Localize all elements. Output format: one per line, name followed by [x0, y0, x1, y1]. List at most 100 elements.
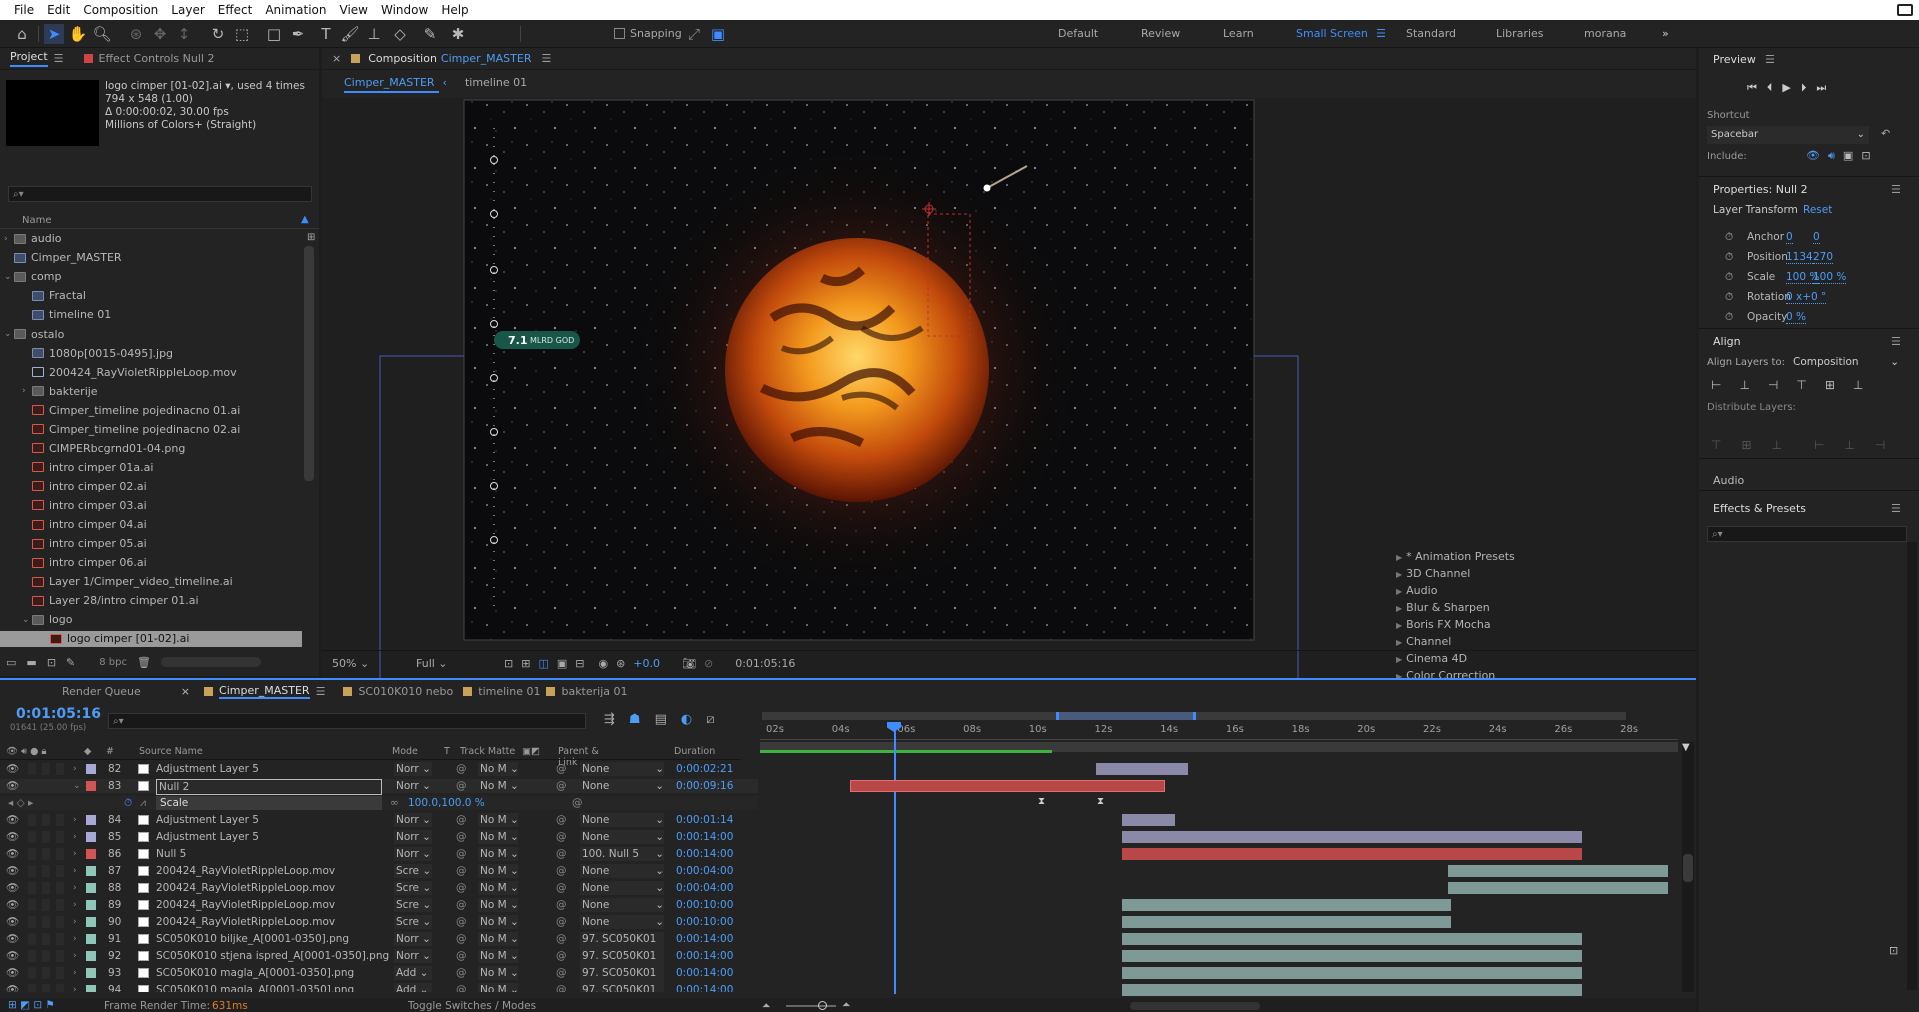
audio-toggle[interactable]	[28, 831, 36, 843]
layer-row[interactable]: 👁︎ › 94 SC050K010 magla_A[0001-0350].png Add…	[0, 983, 758, 992]
parent-select[interactable]: None ⌄	[580, 762, 664, 776]
timeline-tab[interactable]: SC010K010 nebo	[343, 680, 453, 702]
layer-duration[interactable]: 0:00:14:00	[676, 949, 733, 963]
parent-select[interactable]: None ⌄	[580, 898, 664, 912]
preserve-transparency-icon[interactable]: @	[456, 779, 467, 793]
project-folder-item[interactable]: ⌄ ostalo	[0, 326, 302, 342]
layer-name[interactable]: Adjustment Layer 5	[156, 813, 259, 827]
color-channels-icon[interactable]: ◉	[598, 657, 608, 670]
label-color-swatch[interactable]	[86, 934, 96, 944]
rectangle-tool-icon[interactable]: □	[264, 24, 284, 44]
layer-duration[interactable]: 0:00:02:21	[676, 762, 733, 776]
property-value-1[interactable]: 0 %	[1786, 311, 1806, 324]
new-bin-icon[interactable]: ⊡	[1889, 944, 1898, 957]
keyframe-icon[interactable]: ⧗	[1038, 796, 1048, 808]
project-item[interactable]: 1080p[0015-0495].jpg	[0, 345, 302, 361]
layer-controls-include-icon[interactable]: ⊡	[1861, 149, 1870, 163]
expand-arrow-icon[interactable]: ⌄	[4, 329, 14, 339]
effects-category[interactable]: ▶ Blur & Sharpen	[1396, 601, 1490, 614]
effects-search-input[interactable]: ⌕▾	[1707, 526, 1907, 542]
timeline-menu-icon[interactable]: ☰	[316, 685, 326, 698]
video-toggle-icon[interactable]: 👁︎	[6, 864, 19, 878]
video-toggle-icon[interactable]: 👁︎	[6, 847, 19, 861]
track-matte-select[interactable]: No M ⌄	[478, 813, 519, 827]
preserve-transparency-icon[interactable]: @	[456, 898, 467, 912]
effects-scrollbar[interactable]	[1907, 542, 1917, 990]
new-comp-icon[interactable]: ⊡	[47, 656, 56, 669]
layer-duration-bar[interactable]	[1122, 814, 1175, 826]
parent-select[interactable]: 100. Null 5 ⌄	[580, 847, 664, 861]
track-matte-select[interactable]: No M ⌄	[478, 983, 519, 992]
layer-name[interactable]: SC050K010 magla_A[0001-0350].png	[156, 966, 354, 980]
layer-duration-bar[interactable]	[1122, 967, 1583, 979]
audio-include-icon[interactable]: 🔊︎	[1828, 149, 1835, 163]
layer-duration[interactable]: 0:00:10:00	[676, 898, 733, 912]
project-item[interactable]: CIMPERbcgrnd01-04.png	[0, 441, 302, 457]
solo-toggle[interactable]	[42, 763, 50, 775]
stopwatch-icon[interactable]: ⏱	[1725, 251, 1733, 264]
viewer-timecode[interactable]: 0:01:05:16	[735, 657, 795, 670]
track-matte-select[interactable]: No M ⌄	[478, 864, 519, 878]
name-column-header[interactable]: Name	[22, 215, 52, 226]
shortcut-select[interactable]: Spacebar ⌄	[1707, 126, 1869, 144]
track-matte-select[interactable]: No M ⌄	[478, 898, 519, 912]
layer-row[interactable]: 👁︎ › 91 SC050K010 biljke_A[0001-0350].png No…	[0, 932, 758, 960]
workspace-review[interactable]: Review	[1141, 27, 1180, 40]
solo-toggle[interactable]	[42, 780, 50, 792]
rotation-tool-icon[interactable]: ↻	[208, 24, 228, 44]
blend-mode-select[interactable]: Scre ⌄	[394, 864, 432, 878]
comp-button-icon[interactable]: ▼	[1682, 742, 1690, 753]
breadcrumb-cimper-master[interactable]: Cimper_MASTER	[344, 76, 439, 93]
expand-arrow-icon[interactable]: ›	[73, 881, 77, 895]
video-toggle-icon[interactable]: 👁︎	[6, 949, 19, 963]
workspace-libraries[interactable]: Libraries	[1496, 27, 1544, 40]
project-item[interactable]: intro cimper 01a.ai	[0, 460, 302, 476]
zoom-out-icon[interactable]: ⏶	[762, 1000, 770, 1012]
layer-row[interactable]: 👁︎ › 92 SC050K010 stjena ispred_A[0001-0350…	[0, 949, 758, 977]
solo-toggle[interactable]	[42, 950, 50, 962]
video-toggle-icon[interactable]: 👁︎	[6, 898, 19, 912]
play-icon[interactable]: ▶	[1782, 81, 1790, 95]
solo-toggle[interactable]	[42, 814, 50, 826]
video-toggle-icon[interactable]: 👁︎	[6, 966, 19, 980]
layer-duration-bar[interactable]	[1447, 865, 1668, 877]
lock-toggle[interactable]	[56, 899, 64, 911]
snapping-checkbox[interactable]	[614, 28, 625, 39]
parent-pickwhip-icon[interactable]: @	[556, 779, 567, 793]
effects-menu-icon[interactable]: ☰	[1891, 502, 1901, 515]
project-folder-item[interactable]: ⌄ logo	[0, 612, 302, 628]
audio-toggle[interactable]	[28, 984, 36, 992]
track-matte-select[interactable]: No M ⌄	[478, 881, 519, 895]
video-toggle-icon[interactable]: 👁︎	[6, 830, 19, 844]
parent-pickwhip-icon[interactable]: @	[556, 813, 567, 827]
previous-frame-icon[interactable]: ⏴	[1767, 81, 1773, 95]
layer-duration[interactable]: 0:00:14:00	[676, 966, 733, 980]
pen-tool-icon[interactable]: ✒	[288, 24, 308, 44]
layer-duration-bar[interactable]	[1122, 950, 1583, 962]
next-frame-icon[interactable]: ⏵	[1801, 81, 1807, 95]
timeline-zoom-slider[interactable]	[786, 1005, 836, 1007]
audio-toggle[interactable]	[28, 763, 36, 775]
expand-arrow-icon[interactable]: ›	[73, 813, 77, 827]
solo-toggle[interactable]	[42, 882, 50, 894]
layer-duration[interactable]: 0:00:01:14	[676, 813, 733, 827]
exposure-value[interactable]: +0.0	[633, 657, 660, 670]
menu-file[interactable]: File	[8, 3, 41, 17]
video-toggle-icon[interactable]: 👁︎	[6, 762, 19, 776]
expand-arrow-icon[interactable]: ›	[73, 966, 77, 980]
reset-link[interactable]: Reset	[1803, 204, 1832, 216]
parent-select[interactable]: None ⌄	[580, 779, 664, 793]
layer-duration[interactable]: 0:00:10:00	[676, 915, 733, 929]
flowchart-icon[interactable]: ⊞	[307, 232, 317, 244]
timeline-tab[interactable]: Render Queue ×	[62, 680, 190, 702]
blend-mode-select[interactable]: Norr ⌄	[394, 779, 432, 793]
project-item[interactable]: intro cimper 03.ai	[0, 498, 302, 514]
lock-toggle[interactable]	[56, 882, 64, 894]
interpret-footage-icon[interactable]: ▭	[6, 656, 16, 669]
home-icon[interactable]: ⌂	[12, 24, 32, 44]
expand-arrow-icon[interactable]: ▶	[1396, 570, 1402, 579]
scale-value[interactable]: 100.0,100.0 %	[408, 796, 485, 810]
preserve-transparency-icon[interactable]: @	[456, 983, 467, 992]
layer-duration[interactable]: 0:00:14:00	[676, 847, 733, 861]
type-tool-icon[interactable]: T	[316, 24, 336, 44]
